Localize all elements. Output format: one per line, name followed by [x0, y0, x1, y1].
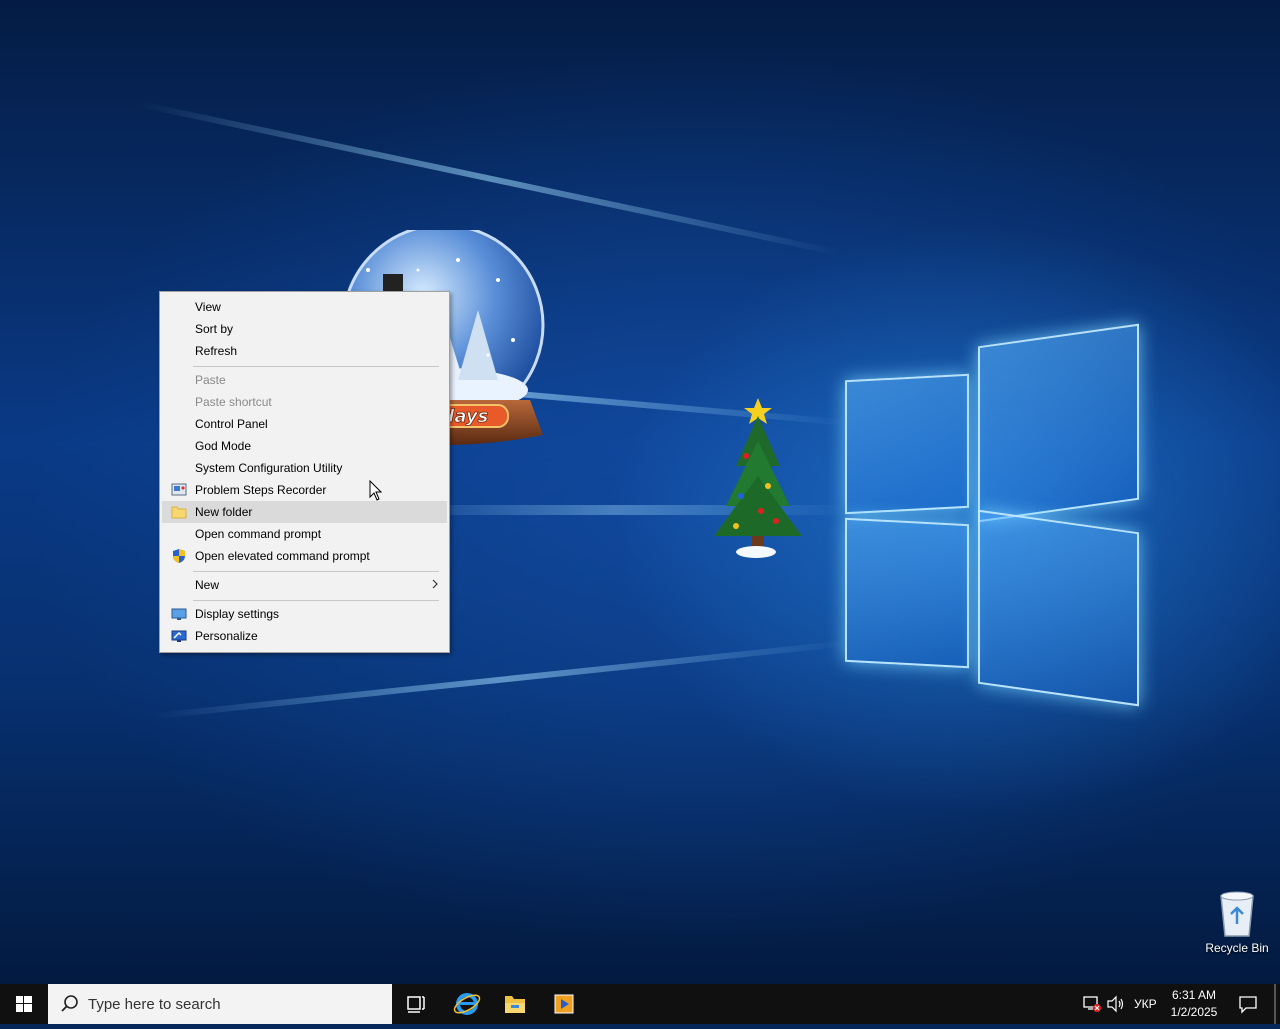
logo-pane	[978, 323, 1139, 523]
menu-item-label: System Configuration Utility	[195, 461, 343, 475]
windows-start-icon	[16, 996, 32, 1012]
file-explorer-icon	[505, 996, 525, 1013]
show-desktop-button[interactable]	[1274, 984, 1276, 1024]
uac-shield-icon	[173, 549, 185, 563]
windows-logo-wallpaper	[835, 323, 1145, 710]
menu-separator	[193, 600, 439, 601]
menu-item-label: New	[195, 578, 220, 592]
logo-pane	[978, 509, 1139, 707]
menu-item-view[interactable]: View	[162, 296, 447, 318]
menu-item-new[interactable]: New	[162, 574, 447, 596]
recycle-bin-label: Recycle Bin	[1205, 941, 1269, 955]
logo-pane	[845, 517, 969, 669]
chevron-right-icon	[432, 579, 438, 589]
internet-explorer-button[interactable]	[442, 984, 490, 1024]
christmas-tree-gadget[interactable]	[706, 396, 806, 564]
desktop-context-menu: View Sort by Refresh Paste Paste shortcu…	[159, 291, 450, 653]
media-player-icon	[554, 994, 574, 1014]
menu-item-system-configuration-utility[interactable]: System Configuration Utility	[162, 457, 447, 479]
search-icon	[61, 995, 78, 1012]
menu-item-display-settings[interactable]: Display settings	[162, 603, 447, 625]
menu-item-label: Personalize	[195, 629, 258, 643]
task-view-button[interactable]	[392, 984, 440, 1024]
recycle-bin[interactable]: Recycle Bin	[1200, 886, 1274, 962]
clock-time: 6:31 AM	[1171, 988, 1217, 1002]
task-view-icon	[407, 996, 425, 1013]
menu-item-paste-shortcut[interactable]: Paste shortcut	[162, 391, 447, 413]
menu-item-sort-by[interactable]: Sort by	[162, 318, 447, 340]
start-button[interactable]	[0, 984, 48, 1024]
menu-item-control-panel[interactable]: Control Panel	[162, 413, 447, 435]
steps-recorder-icon	[171, 483, 187, 496]
menu-item-label: Control Panel	[195, 417, 268, 431]
menu-item-label: New folder	[195, 505, 253, 519]
menu-item-label: Refresh	[195, 344, 238, 358]
desktop[interactable]: 356 days View Sort by Refresh Paste	[0, 0, 1280, 984]
menu-item-label: Problem Steps Recorder	[195, 483, 327, 497]
clock-date: 1/2/2025	[1170, 1005, 1218, 1019]
christmas-tree-icon	[714, 398, 802, 558]
display-settings-icon	[171, 608, 187, 620]
menu-item-label: Open command prompt	[195, 527, 322, 541]
menu-item-open-elevated-command-prompt[interactable]: Open elevated command prompt	[162, 545, 447, 567]
network-disconnected-icon[interactable]	[1082, 994, 1102, 1014]
menu-item-label: View	[195, 300, 221, 314]
menu-separator	[193, 571, 439, 572]
taskbar-clock[interactable]: 6:31 AM 1/2/2025	[1160, 987, 1228, 1021]
menu-separator	[193, 366, 439, 367]
menu-item-label: Display settings	[195, 607, 280, 621]
menu-item-new-folder[interactable]: New folder	[162, 501, 447, 523]
menu-item-god-mode[interactable]: God Mode	[162, 435, 447, 457]
media-player-button[interactable]	[540, 984, 588, 1024]
logo-pane	[845, 373, 969, 515]
taskbar-search-box[interactable]: Type here to search	[48, 984, 392, 1024]
action-center-icon[interactable]	[1238, 994, 1258, 1014]
menu-item-problem-steps-recorder[interactable]: Problem Steps Recorder	[162, 479, 447, 501]
language-indicator[interactable]: УКР	[1134, 997, 1157, 1011]
internet-explorer-icon	[453, 993, 481, 1015]
menu-item-label: Open elevated command prompt	[195, 549, 370, 563]
folder-icon	[171, 506, 187, 519]
menu-item-label: Paste	[195, 373, 226, 387]
menu-item-paste[interactable]: Paste	[162, 369, 447, 391]
menu-item-label: Paste shortcut	[195, 395, 272, 409]
taskbar: Type here to search УКР 6:31 AM 1/2/2025	[0, 984, 1280, 1024]
recycle-bin-icon	[1220, 891, 1254, 937]
menu-item-refresh[interactable]: Refresh	[162, 340, 447, 362]
personalize-icon	[171, 630, 187, 642]
menu-item-label: God Mode	[195, 439, 252, 453]
menu-item-label: Sort by	[195, 322, 234, 336]
mouse-cursor-icon	[369, 480, 383, 501]
menu-item-personalize[interactable]: Personalize	[162, 625, 447, 647]
search-placeholder: Type here to search	[88, 996, 221, 1013]
menu-item-open-command-prompt[interactable]: Open command prompt	[162, 523, 447, 545]
file-explorer-button[interactable]	[491, 984, 539, 1024]
volume-icon[interactable]	[1106, 994, 1126, 1014]
